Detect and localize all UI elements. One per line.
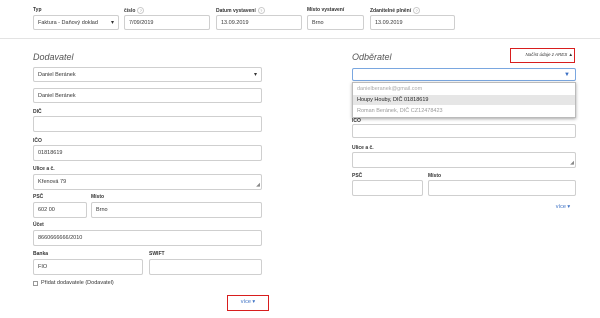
odberatel-psc-input[interactable] — [352, 180, 423, 196]
help-icon[interactable]: ? — [137, 7, 145, 14]
dodavatel-name-input[interactable]: Daniel Beránek — [33, 88, 262, 103]
banka-label: Banka — [33, 251, 49, 257]
ares-button[interactable]: Načíst údaje z ARES ▲ — [512, 52, 573, 57]
suggestion-item-selected[interactable]: Houpy Houby, DIČ 01818619 — [353, 95, 575, 105]
typ-select[interactable]: Faktura - Daňový doklad — [33, 15, 119, 30]
odberatel-ulice-label: Ulice a č. — [352, 145, 374, 151]
zdanitelne-label: Zdanitelné plnění? — [370, 7, 421, 14]
banka-input[interactable]: FIO — [33, 259, 143, 275]
odberatel-search-input[interactable]: ▼ — [352, 68, 576, 81]
help-icon[interactable]: ? — [413, 7, 421, 14]
dodavatel-title: Dodavatel — [33, 52, 74, 62]
vice-button[interactable]: více ▾ — [227, 299, 269, 305]
odberatel-misto-label: Místo — [428, 173, 442, 179]
ucet-input[interactable]: 8660666666/2010 — [33, 230, 262, 246]
odberatel-title: Odběratel — [352, 52, 392, 62]
pridat-dodavatele-label: Přidat dodavatele (Dodavatel) — [41, 280, 114, 286]
ico-input[interactable]: 01818619 — [33, 145, 262, 161]
ulice-textarea[interactable]: Křenová 79 ◢ — [33, 174, 262, 190]
swift-input[interactable] — [149, 259, 262, 275]
header-divider — [0, 38, 600, 39]
ico-label: IČO — [33, 138, 42, 144]
odberatel-ico-input[interactable] — [352, 124, 576, 138]
odberatel-misto-input[interactable] — [428, 180, 576, 196]
dic-label: DIČ — [33, 109, 42, 115]
suggestion-item[interactable]: Roman Beránek, DIČ CZ12478423 — [353, 106, 575, 116]
ulice-label: Ulice a č. — [33, 166, 55, 172]
psc-input[interactable]: 602 00 — [33, 202, 87, 218]
suggestion-list: danielberanek@gmail.com Houpy Houby, DIČ… — [352, 82, 576, 118]
misto-vystaveni-label: Místo vystavení — [307, 7, 345, 13]
ucet-label: Účet — [33, 222, 44, 228]
cislo-input[interactable]: 7/09/2019 — [124, 15, 210, 30]
datum-label: Datum vystavení? — [216, 7, 265, 14]
odberatel-psc-label: PSČ — [352, 173, 363, 179]
odberatel-ulice-textarea[interactable]: ◢ — [352, 152, 576, 168]
psc-label: PSČ — [33, 194, 44, 200]
misto-input[interactable]: Brno — [91, 202, 262, 218]
datum-input[interactable]: 13.09.2019 — [216, 15, 302, 30]
cislo-label: číslo? — [124, 7, 145, 14]
zdanitelne-input[interactable]: 13.09.2019 — [370, 15, 455, 30]
pridat-dodavatele-checkbox[interactable] — [33, 281, 38, 286]
ulice-value: Křenová 79 — [38, 179, 67, 185]
resize-handle-icon[interactable]: ◢ — [570, 161, 574, 166]
suggestion-item[interactable]: danielberanek@gmail.com — [353, 84, 575, 94]
resize-handle-icon[interactable]: ◢ — [256, 183, 260, 188]
misto-vystaveni-input[interactable]: Brno — [307, 15, 364, 30]
typ-label: Typ — [33, 7, 42, 13]
misto-label: Místo — [91, 194, 105, 200]
odberatel-vice-button[interactable]: více ▾ — [550, 204, 576, 210]
help-icon[interactable]: ? — [257, 7, 265, 14]
dodavatel-select[interactable]: Daniel Beránek — [33, 67, 262, 82]
swift-label: SWIFT — [149, 251, 165, 257]
chevron-down-icon[interactable]: ▼ — [564, 69, 570, 80]
dic-input[interactable] — [33, 116, 262, 132]
